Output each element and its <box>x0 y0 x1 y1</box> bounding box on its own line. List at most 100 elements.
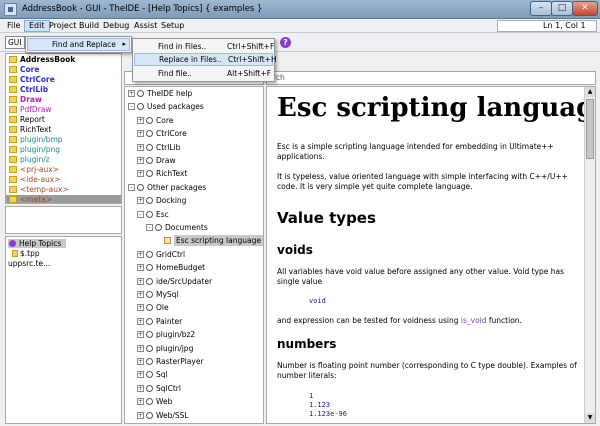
package-item[interactable]: <ide-aux> <box>6 175 121 184</box>
help-topics-header[interactable]: Help Topics <box>8 239 66 248</box>
node-icon <box>146 170 153 178</box>
package-item[interactable]: <prj-aux> <box>6 165 121 174</box>
menu-item-find-file[interactable]: Find file.. Alt+Shift+F <box>134 67 273 80</box>
menu-item-replace-in-files[interactable]: Replace in Files.. Ctrl+Shift+H <box>134 53 277 66</box>
menu-item-shortcut: Alt+Shift+F <box>227 69 272 78</box>
package-item[interactable]: plugin/png <box>6 145 121 154</box>
help-icon[interactable]: ? <box>280 37 291 48</box>
expand-icon[interactable]: + <box>137 398 144 406</box>
help-topics-panel: Help Topics $.tpp uppsrc.te... <box>5 236 122 424</box>
package-label: Report <box>20 115 45 124</box>
collapse-icon[interactable]: - <box>137 210 144 218</box>
expand-icon[interactable]: + <box>128 90 135 97</box>
node-icon <box>146 291 153 298</box>
expand-icon[interactable]: + <box>137 250 144 258</box>
tree-node-label: Core <box>156 115 174 125</box>
collapse-icon[interactable]: - <box>128 103 135 111</box>
menu-setup[interactable]: Setup <box>157 20 188 32</box>
maximize-button[interactable]: □ <box>551 1 573 16</box>
menu-file[interactable]: File <box>3 20 24 32</box>
node-icon <box>146 411 153 419</box>
expand-icon[interactable]: + <box>137 317 144 325</box>
tree-node-label: Draw <box>156 156 176 165</box>
expand-icon[interactable]: + <box>137 170 144 178</box>
package-item[interactable]: RichText <box>6 125 121 134</box>
doc-paragraph: Esc is a simple scripting language inten… <box>277 142 554 161</box>
menu-item-find-in-files[interactable]: Find in Files.. Ctrl+Shift+F <box>134 40 274 53</box>
tree-node-label: Docking <box>156 196 187 206</box>
expand-icon[interactable]: + <box>137 116 144 124</box>
expand-icon[interactable]: + <box>137 157 144 164</box>
node-icon <box>146 317 153 325</box>
expand-icon[interactable]: + <box>137 344 144 352</box>
tree-node-label: Web/SSL <box>156 410 189 420</box>
package-item[interactable]: plugin/bmp <box>6 135 121 144</box>
tree-node-label: SqlCtrl <box>156 383 181 393</box>
menu-debug[interactable]: Debug <box>99 20 133 32</box>
scroll-down-icon[interactable]: ▼ <box>585 413 595 423</box>
package-item[interactable]: CtrlCore <box>6 75 121 84</box>
expand-icon[interactable]: + <box>137 304 144 312</box>
document-icon <box>164 237 171 245</box>
expand-icon[interactable]: + <box>137 143 144 151</box>
package-label: RichText <box>20 125 52 134</box>
package-icon <box>9 186 17 193</box>
package-item[interactable]: AddressBook <box>6 55 121 64</box>
node-icon <box>137 183 144 191</box>
title-bar: AddressBook - GUI - TheIDE - [Help Topic… <box>0 0 600 19</box>
minimize-button[interactable]: – <box>530 1 552 16</box>
package-item[interactable]: PdfDraw <box>6 105 121 114</box>
node-icon <box>146 384 153 392</box>
node-icon <box>146 331 153 339</box>
package-icon <box>9 196 17 203</box>
package-icon <box>9 96 17 103</box>
doc-paragraph: Number is floating point number (corresp… <box>277 361 577 380</box>
package-icon <box>9 86 17 93</box>
text-span: function. <box>486 316 522 325</box>
collapse-icon[interactable]: - <box>128 183 135 191</box>
doc-scrollbar[interactable]: ▲ ▼ <box>584 87 595 423</box>
submenu-arrow-icon: ▸ <box>122 40 126 48</box>
file-list <box>5 206 122 234</box>
package-item[interactable]: <meta> <box>6 195 121 203</box>
tree-node-label: CtrlLib <box>156 142 181 152</box>
doc-paragraph: and expression can be tested for voidnes… <box>277 316 582 326</box>
expand-icon[interactable]: + <box>137 197 144 205</box>
scroll-up-icon[interactable]: ▲ <box>585 87 595 97</box>
expand-icon[interactable]: + <box>137 291 144 298</box>
scroll-thumb[interactable] <box>586 99 594 159</box>
section-heading: Value types <box>277 209 376 227</box>
doc-title: Esc scripting language <box>277 93 596 123</box>
expand-icon[interactable]: + <box>137 384 144 392</box>
config-selector[interactable]: GUI <box>5 36 25 49</box>
package-icon <box>9 76 17 83</box>
expand-icon[interactable]: + <box>137 411 144 419</box>
package-item[interactable]: <temp-aux> <box>6 185 121 194</box>
menu-item-find-replace[interactable]: Find and Replace ▸ <box>27 38 130 51</box>
expand-icon[interactable]: + <box>137 277 144 285</box>
package-item[interactable]: Report <box>6 115 121 124</box>
node-icon <box>146 210 153 218</box>
package-item[interactable]: plugin/z <box>6 155 121 164</box>
node-icon <box>146 398 153 406</box>
help-topic-item[interactable]: $.tpp <box>12 249 40 258</box>
is-void-link[interactable]: is_void <box>461 316 487 325</box>
expand-icon[interactable]: + <box>137 358 144 365</box>
doc-search-input[interactable]: rch <box>266 71 596 85</box>
package-icon <box>9 146 17 153</box>
package-item[interactable]: Draw <box>6 95 121 104</box>
help-topic-item[interactable]: uppsrc.te... <box>8 259 50 268</box>
collapse-icon[interactable]: - <box>146 224 153 231</box>
app-icon <box>4 3 17 16</box>
expand-icon[interactable]: + <box>137 264 144 272</box>
expand-icon[interactable]: + <box>137 371 144 379</box>
expand-icon[interactable]: + <box>137 331 144 339</box>
expand-icon[interactable]: + <box>137 130 144 138</box>
node-icon <box>146 130 153 138</box>
code-number: 1 <box>309 392 314 400</box>
package-item[interactable]: Core <box>6 65 121 74</box>
close-button[interactable]: ✕ <box>572 1 598 16</box>
node-icon <box>146 358 153 365</box>
package-item[interactable]: CtrlLib <box>6 85 121 94</box>
package-label: PdfDraw <box>20 105 52 114</box>
